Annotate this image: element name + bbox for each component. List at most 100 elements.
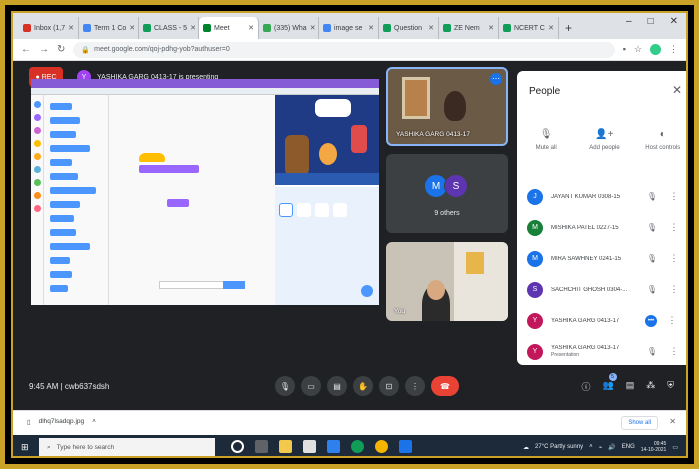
participant-row[interactable]: Y YASHIKA GARG 0413-17 Presentation 🎙 ⋮ [517, 336, 686, 367]
url-field[interactable]: 🔒 meet.google.com/qoj-pdhg-yob?authuser=… [73, 41, 615, 58]
star-icon[interactable]: ☆ [634, 44, 642, 55]
tab-label: Question [394, 24, 423, 32]
tile-participant-image [444, 91, 466, 121]
minimize-icon[interactable]: – [626, 16, 632, 27]
mic-off-icon[interactable]: 🎙 [645, 192, 659, 201]
word-icon[interactable] [399, 440, 412, 453]
weather-text[interactable]: 27°C Partly sunny [535, 444, 583, 450]
browser-tab[interactable]: (335) Wha ✕ [259, 17, 319, 39]
participant-more-icon[interactable]: ⋮ [669, 253, 679, 264]
task-view-icon[interactable] [255, 440, 268, 453]
participant-more-icon[interactable]: ⋮ [667, 315, 677, 326]
participant-row[interactable]: M MIRA SAWHNEY 0241-15 🎙 ⋮ [517, 243, 686, 274]
mail-icon[interactable] [327, 440, 340, 453]
close-tab-icon[interactable]: ✕ [548, 24, 554, 32]
tile-presenter[interactable]: ⋯ YASHIKA GARG 0413-17 [386, 67, 508, 146]
tray-chevron-icon[interactable]: ˄ [589, 444, 593, 450]
close-tab-icon[interactable]: ✕ [129, 24, 135, 32]
participant-row[interactable]: S SACHCHIT GHOSH 0304-... 🎙 ⋮ [517, 274, 686, 305]
weather-icon: ☁ [523, 444, 530, 451]
participant-more-icon[interactable]: ⋮ [669, 222, 679, 233]
download-bar: ▯ dlhq7lsadqp.jpg ˄ Show all ✕ [13, 410, 686, 435]
tile-others[interactable]: M S 9 others [386, 154, 508, 233]
info-icon[interactable]: ⓘ [581, 380, 590, 393]
new-tab-button[interactable]: + [559, 17, 578, 39]
chrome-icon[interactable] [375, 440, 388, 453]
mic-icon[interactable]: 🎙 [275, 376, 295, 396]
shared-screen[interactable] [31, 79, 379, 305]
participant-row[interactable]: Y YASHIKA GARG 0413-17 ••• ⋮ [517, 305, 686, 336]
host-controls-icon[interactable]: ⛨ [667, 380, 674, 393]
menu-icon[interactable]: ⋮ [669, 44, 678, 55]
tile-self[interactable]: You [386, 242, 508, 321]
maximize-icon[interactable]: □ [648, 16, 654, 27]
participant-more-icon[interactable]: ⋮ [669, 284, 679, 295]
close-tab-icon[interactable]: ✕ [488, 24, 494, 32]
camera-indicator-icon[interactable]: ▪ [623, 44, 626, 55]
close-tab-icon[interactable]: ✕ [368, 24, 374, 32]
edge-icon[interactable] [351, 440, 364, 453]
browser-tab[interactable]: ZE Nem ✕ [439, 17, 499, 39]
tab-label: image se [334, 24, 363, 32]
reload-icon[interactable]: ↻ [57, 44, 65, 55]
close-tab-icon[interactable]: ✕ [428, 24, 434, 32]
people-action-button[interactable]: 👤+ Add people [579, 129, 629, 151]
browser-tab[interactable]: CLASS - 5 ✕ [139, 17, 199, 39]
browser-tab[interactable]: Meet ✕ [199, 17, 259, 39]
chevron-up-icon[interactable]: ˄ [92, 418, 96, 426]
notification-icon[interactable]: ▭ [672, 444, 678, 451]
close-window-icon[interactable]: ✕ [670, 16, 678, 27]
show-all-button[interactable]: Show all [621, 416, 658, 430]
raise-hand-icon[interactable]: ✋ [353, 376, 373, 396]
browser-tab[interactable]: image se ✕ [319, 17, 379, 39]
tile-window-background [402, 77, 430, 119]
close-tab-icon[interactable]: ✕ [248, 24, 254, 32]
close-icon[interactable]: ✕ [672, 83, 682, 97]
forward-icon[interactable]: → [39, 44, 49, 55]
browser-tab[interactable]: Inbox (1,7 ✕ [19, 17, 79, 39]
people-action-label: Host controls [645, 145, 681, 151]
clock[interactable]: 09:45 14-10-2021 [641, 441, 667, 453]
browser-tab[interactable]: Term 1 Co ✕ [79, 17, 139, 39]
mic-off-icon[interactable]: 🎙 [645, 254, 659, 263]
windows-start-icon[interactable]: ⊞ [21, 442, 32, 453]
participant-more-icon[interactable]: ⋮ [669, 346, 679, 357]
captions-icon[interactable]: ▤ [327, 376, 347, 396]
participant-name: MISHIKA PATEL 0227-15 [551, 224, 619, 231]
end-call-icon[interactable]: ☎ [431, 376, 459, 396]
people-icon[interactable]: 👥 5 [603, 373, 617, 393]
mic-off-icon[interactable]: 🎙 [645, 347, 659, 356]
speaking-indicator-icon: ••• [645, 314, 657, 327]
download-item[interactable]: ▯ dlhq7lsadqp.jpg ˄ [27, 418, 96, 426]
chat-icon[interactable]: ▤ [626, 380, 635, 393]
camera-icon[interactable]: ▭ [301, 376, 321, 396]
file-explorer-icon[interactable] [279, 440, 292, 453]
screen-area: Inbox (1,7 ✕ Term 1 Co ✕ CLASS - 5 ✕ Meet ✕ (335… [11, 11, 688, 458]
browser-tab[interactable]: NCERT C ✕ [499, 17, 559, 39]
close-tab-icon[interactable]: ✕ [68, 24, 74, 32]
network-icon[interactable]: ⌁ [599, 444, 603, 451]
close-tab-icon[interactable]: ✕ [190, 24, 196, 32]
language-indicator[interactable]: ENG [622, 444, 635, 450]
profile-avatar[interactable] [650, 44, 661, 55]
volume-icon[interactable]: 🔊 [608, 444, 615, 451]
tab-favicon-icon [503, 24, 511, 32]
store-icon[interactable] [303, 440, 316, 453]
mic-off-icon[interactable]: 🎙 [645, 285, 659, 294]
back-icon[interactable]: ← [21, 44, 31, 55]
cortana-icon[interactable] [231, 440, 244, 453]
mic-off-icon[interactable]: 🎙 [645, 223, 659, 232]
present-icon[interactable]: ⊡ [379, 376, 399, 396]
close-download-bar-icon[interactable]: ✕ [669, 417, 676, 426]
taskbar-search[interactable]: ⌕ Type here to search [39, 438, 215, 456]
close-tab-icon[interactable]: ✕ [310, 24, 316, 32]
people-action-button[interactable]: ◐ Host controls [638, 129, 686, 151]
participant-row[interactable]: J JAYANT KUMAR 0308-15 🎙 ⋮ [517, 181, 686, 212]
participant-more-icon[interactable]: ⋮ [669, 191, 679, 202]
more-options-icon[interactable]: ⋮ [405, 376, 425, 396]
tile-more-icon[interactable]: ⋯ [490, 73, 502, 85]
people-action-button[interactable]: 🎙 Mute all [521, 129, 571, 151]
browser-tab[interactable]: Question ✕ [379, 17, 439, 39]
activities-icon[interactable]: ⁂ [646, 380, 655, 393]
participant-row[interactable]: M MISHIKA PATEL 0227-15 🎙 ⋮ [517, 212, 686, 243]
